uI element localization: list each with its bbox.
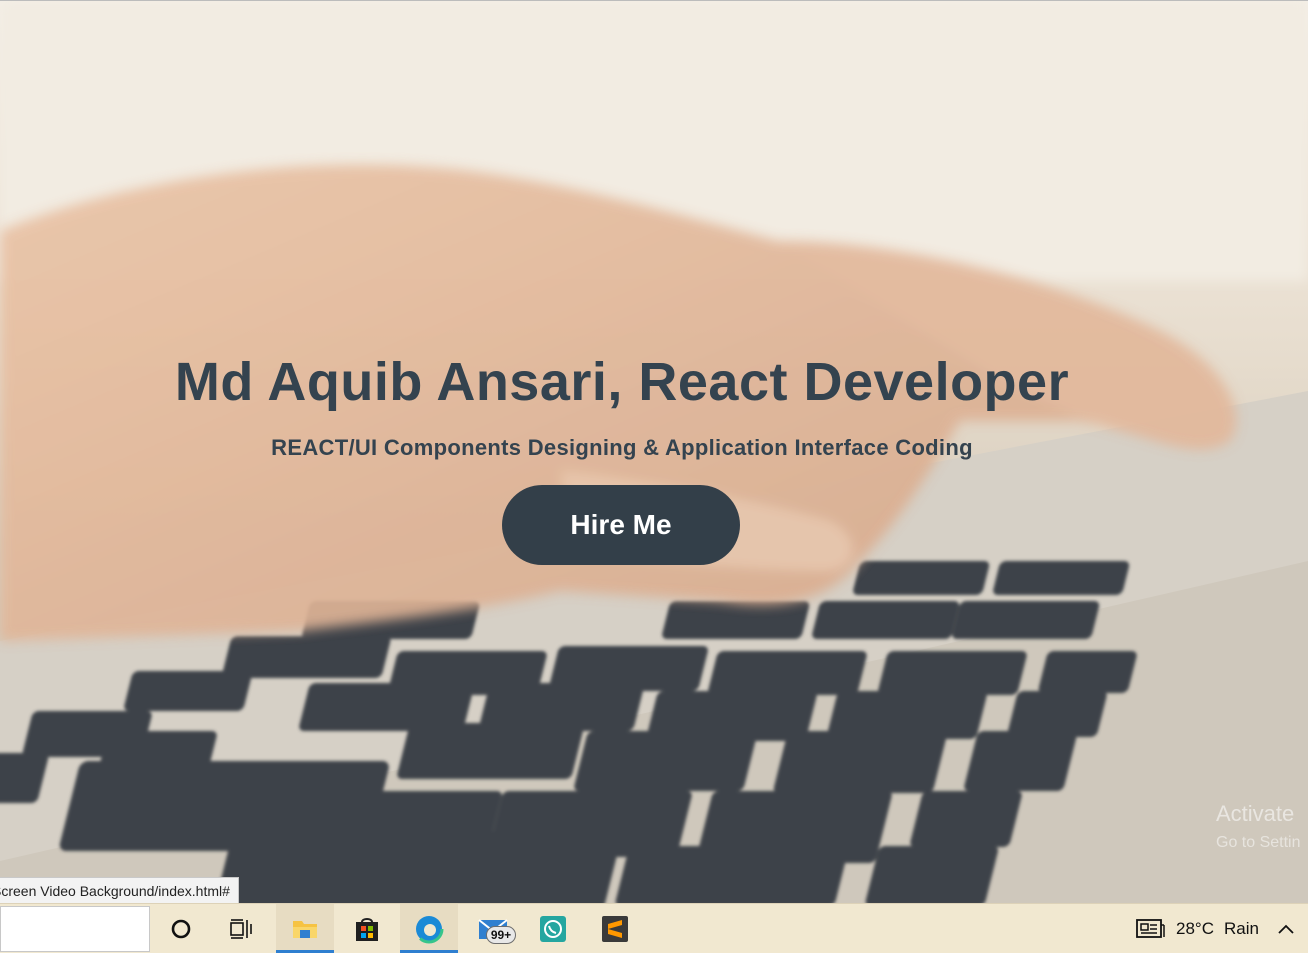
hero-section: Md Aquib Ansari, React Developer REACT/U… bbox=[0, 1, 1308, 903]
mail-button[interactable]: 99+ bbox=[464, 904, 522, 953]
windows-taskbar: 99+ 28°C Rain bbox=[0, 903, 1308, 953]
hire-me-button[interactable]: Hire Me bbox=[502, 485, 740, 565]
activate-windows-watermark: Activate bbox=[1216, 801, 1295, 826]
browser-viewport: Md Aquib Ansari, React Developer REACT/U… bbox=[0, 0, 1308, 903]
link-status-url: Screen Video Background/index.html# bbox=[0, 877, 239, 903]
news-icon[interactable] bbox=[1136, 918, 1166, 940]
system-tray: 28°C Rain bbox=[1136, 904, 1295, 953]
task-view-button[interactable] bbox=[212, 904, 270, 953]
whatsapp-button[interactable] bbox=[524, 904, 582, 953]
sublime-text-button[interactable] bbox=[586, 904, 644, 953]
store-icon bbox=[356, 917, 378, 941]
whatsapp-icon bbox=[540, 915, 566, 942]
chevron-up-icon[interactable] bbox=[1277, 923, 1295, 935]
taskbar-search-box[interactable] bbox=[0, 906, 150, 952]
edge-icon bbox=[414, 914, 444, 943]
activate-windows-hint: Go to Settin bbox=[1216, 834, 1301, 851]
cortana-button[interactable] bbox=[152, 904, 210, 953]
hero-title: Md Aquib Ansari, React Developer bbox=[174, 352, 1070, 412]
weather-condition[interactable]: Rain bbox=[1224, 919, 1259, 939]
edge-button[interactable] bbox=[400, 904, 458, 953]
file-explorer-button[interactable] bbox=[276, 904, 334, 953]
store-button[interactable] bbox=[338, 904, 396, 953]
task-view-icon bbox=[230, 918, 252, 939]
mail-unread-badge: 99+ bbox=[486, 926, 516, 944]
hero-subtitle: REACT/UI Components Designing & Applicat… bbox=[271, 435, 973, 460]
file-explorer-icon bbox=[293, 920, 317, 938]
weather-temperature[interactable]: 28°C bbox=[1176, 919, 1214, 939]
sublime-text-icon bbox=[602, 915, 628, 942]
circle-icon bbox=[171, 919, 191, 938]
